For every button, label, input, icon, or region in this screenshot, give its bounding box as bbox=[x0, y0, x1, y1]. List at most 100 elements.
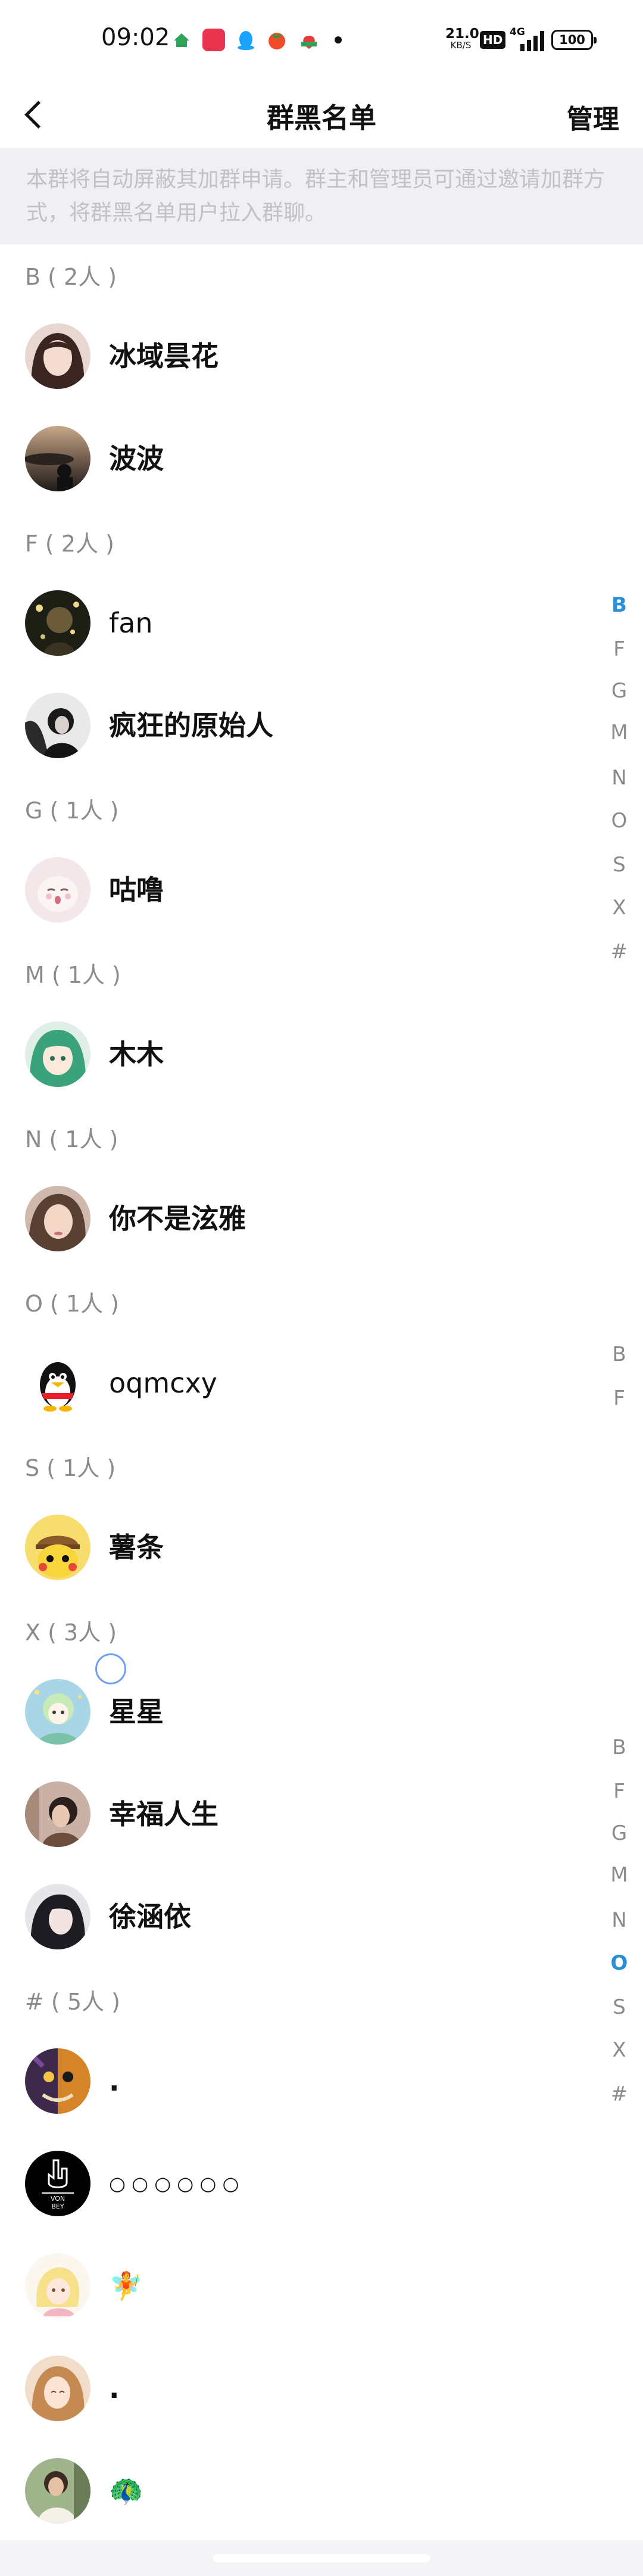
home-indicator[interactable] bbox=[213, 2554, 430, 2562]
blacklist-notice: 本群将自动屏蔽其加群申请。群主和管理员可通过邀请加群方式，将群黑名单用户拉入群聊… bbox=[0, 148, 643, 244]
notification-dot bbox=[335, 36, 342, 43]
list-item[interactable]: 你不是泫雅 bbox=[0, 1167, 595, 1270]
index-letter[interactable]: X bbox=[595, 896, 643, 920]
member-name: ○ ○ ○ ○ ○ ○ bbox=[109, 2172, 239, 2195]
section-header-f: F ( 2人 ) bbox=[25, 531, 114, 557]
section-header-b: B ( 2人 ) bbox=[25, 264, 117, 290]
member-name: . bbox=[109, 2065, 120, 2097]
member-name: . bbox=[109, 2372, 120, 2404]
member-name: 波波 bbox=[109, 443, 164, 475]
home-app-icon bbox=[170, 29, 193, 51]
list-item[interactable]: 幸福人生 bbox=[0, 1763, 595, 1865]
avatar: VON BEY bbox=[25, 2151, 90, 2216]
avatar bbox=[25, 1021, 90, 1087]
section-header-s: S ( 1人 ) bbox=[25, 1455, 116, 1481]
index-letter[interactable]: O bbox=[595, 809, 643, 833]
list-item[interactable]: 🧚 bbox=[0, 2235, 595, 2337]
index-bar[interactable]: B F bbox=[595, 1342, 643, 1420]
list-item[interactable]: 🦚 bbox=[0, 2440, 595, 2542]
status-bar: 09:02 21.0 KB/S HD 4G 100 bbox=[0, 0, 643, 77]
member-name: 咕噜 bbox=[109, 874, 164, 906]
list-item[interactable]: . bbox=[0, 2030, 595, 2132]
list-item[interactable]: 徐涵依 bbox=[0, 1865, 595, 1968]
avatar bbox=[25, 857, 90, 923]
list-item[interactable]: 冰域昙花 bbox=[0, 305, 595, 407]
avatar bbox=[25, 2356, 90, 2421]
avatar bbox=[25, 693, 90, 758]
index-letter[interactable]: # bbox=[595, 2082, 643, 2106]
index-letter[interactable]: G bbox=[595, 679, 643, 703]
index-letter[interactable]: S bbox=[595, 1995, 643, 2019]
index-letter[interactable]: S bbox=[595, 853, 643, 877]
net-speed: 21.0 KB/S bbox=[445, 26, 479, 51]
avatar bbox=[25, 1350, 90, 1416]
avatar bbox=[25, 426, 90, 491]
index-letter[interactable]: B bbox=[595, 1342, 643, 1366]
avatar bbox=[25, 2048, 90, 2114]
member-name: 🧚 bbox=[109, 2270, 143, 2302]
page-title: 群黑名单 bbox=[267, 102, 376, 134]
bottom-area bbox=[0, 2540, 643, 2576]
index-letter[interactable]: F bbox=[595, 1780, 643, 1803]
section-header-n: N ( 1人 ) bbox=[25, 1126, 118, 1152]
index-letter[interactable]: F bbox=[595, 637, 643, 661]
avatar bbox=[25, 2458, 90, 2524]
member-name: 徐涵依 bbox=[109, 1901, 191, 1933]
member-name: 薯条 bbox=[109, 1531, 164, 1563]
index-letter[interactable]: # bbox=[595, 940, 643, 964]
member-name: 你不是泫雅 bbox=[109, 1203, 246, 1235]
avatar bbox=[25, 2253, 90, 2319]
member-name: 木木 bbox=[109, 1038, 164, 1070]
strawberry-app-icon bbox=[298, 29, 320, 51]
status-time: 09:02 bbox=[101, 24, 170, 51]
manage-button[interactable]: 管理 bbox=[567, 98, 619, 136]
list-item[interactable]: 木木 bbox=[0, 1003, 595, 1105]
index-letter[interactable]: B bbox=[595, 1736, 643, 1759]
index-letter[interactable]: N bbox=[595, 766, 643, 790]
avatar bbox=[25, 1679, 90, 1745]
list-item[interactable]: . bbox=[0, 2337, 595, 2440]
member-name: 星星 bbox=[109, 1696, 164, 1728]
list-item[interactable]: VON BEY ○ ○ ○ ○ ○ ○ bbox=[0, 2132, 595, 2235]
index-letter[interactable]: M bbox=[595, 1863, 643, 1887]
section-header-m: M ( 1人 ) bbox=[25, 962, 121, 988]
list-item[interactable]: 薯条 bbox=[0, 1496, 595, 1599]
list-item[interactable]: fan bbox=[0, 572, 595, 674]
list-item[interactable]: 波波 bbox=[0, 407, 595, 510]
list-item[interactable]: 咕噜 bbox=[0, 839, 595, 941]
index-letter[interactable]: O bbox=[595, 1951, 643, 1975]
avatar bbox=[25, 1884, 90, 1949]
section-header-g: G ( 1人 ) bbox=[25, 798, 119, 824]
avatar bbox=[25, 1781, 90, 1847]
list-item[interactable]: 星星 bbox=[0, 1661, 595, 1763]
list-item[interactable]: 疯狂的原始人 bbox=[0, 674, 595, 777]
list-item[interactable]: oqmcxy bbox=[0, 1332, 595, 1434]
member-name: 🦚 bbox=[109, 2475, 143, 2507]
avatar bbox=[25, 590, 90, 656]
index-letter[interactable]: X bbox=[595, 2038, 643, 2062]
avatar bbox=[25, 323, 90, 389]
member-name: fan bbox=[109, 607, 153, 639]
index-letter[interactable]: F bbox=[595, 1387, 643, 1410]
touch-indicator bbox=[95, 1653, 126, 1684]
section-header-o: O ( 1人 ) bbox=[25, 1291, 119, 1317]
member-name: 冰域昙花 bbox=[109, 340, 219, 372]
index-letter[interactable]: M bbox=[595, 721, 643, 745]
index-letter[interactable]: N bbox=[595, 1908, 643, 1932]
section-header-hash: # ( 5人 ) bbox=[25, 1989, 120, 2015]
shopping-app-icon bbox=[202, 29, 225, 51]
member-name: 幸福人生 bbox=[109, 1798, 219, 1830]
battery-icon: 100 bbox=[551, 30, 597, 50]
index-bar[interactable]: B F G M N O S X # bbox=[595, 1736, 643, 2117]
qq-app-icon bbox=[235, 29, 257, 51]
hd-badge: HD bbox=[480, 31, 506, 49]
index-bar[interactable]: B F G M N O S X # bbox=[595, 593, 643, 974]
avatar bbox=[25, 1515, 90, 1580]
signal-icon bbox=[520, 31, 545, 51]
member-name: oqmcxy bbox=[109, 1367, 217, 1399]
nav-bar: 群黑名单 管理 bbox=[0, 77, 643, 149]
svg-text:BEY: BEY bbox=[51, 2203, 64, 2210]
index-letter[interactable]: G bbox=[595, 1821, 643, 1845]
svg-text:VON: VON bbox=[51, 2195, 65, 2203]
index-letter[interactable]: B bbox=[595, 593, 643, 617]
